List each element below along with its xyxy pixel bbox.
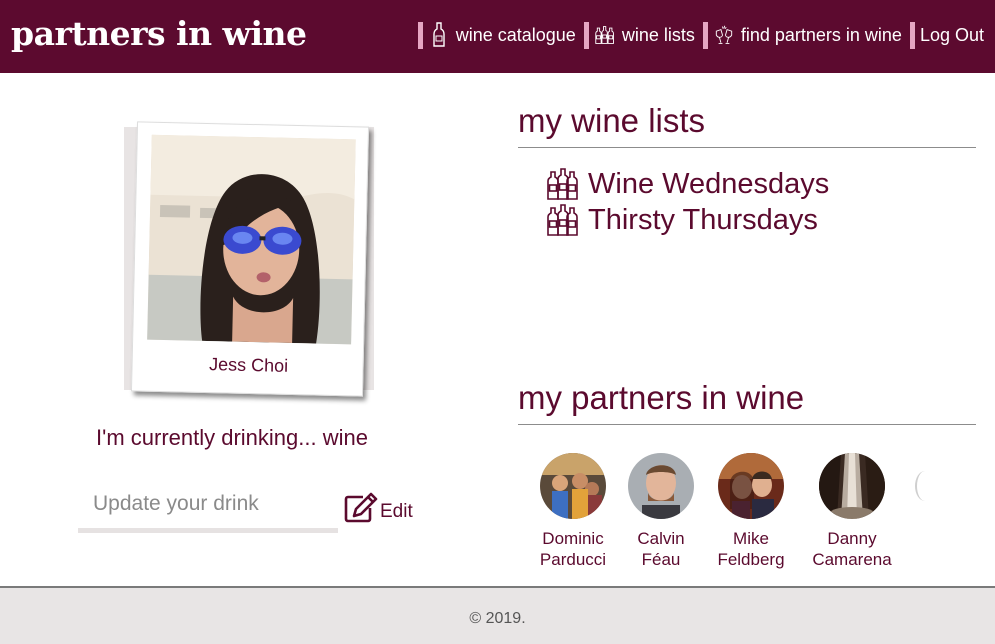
partners-divider xyxy=(518,424,976,425)
wine-bottle-icon xyxy=(429,22,449,48)
nav-label: find partners in wine xyxy=(740,24,902,45)
footer: © 2019. xyxy=(0,586,995,644)
nav-divider xyxy=(702,21,708,49)
nav-divider xyxy=(417,21,423,49)
nav-wine-catalogue[interactable]: wine catalogue xyxy=(417,20,576,50)
top-navigation-bar: partners in wine wine catalogue wine lis… xyxy=(0,0,995,73)
partner-last-name: Feldberg xyxy=(717,550,785,569)
wine-list-label: Thirsty Thursdays xyxy=(588,203,818,236)
partners-heading: my partners in wine xyxy=(518,379,805,416)
nav-wine-lists[interactable]: wine lists xyxy=(583,20,695,50)
edit-drink-button[interactable]: Edit xyxy=(343,492,413,524)
partner-card[interactable]: Dominic Parducci xyxy=(530,453,618,570)
wine-bottles-icon xyxy=(547,167,578,201)
currently-drinking-text: I'm currently drinking... wine xyxy=(96,425,368,450)
main-nav: wine catalogue wine lists find partners … xyxy=(417,20,984,50)
partner-first-name: Danny xyxy=(827,529,877,548)
profile-photo[interactable] xyxy=(147,134,356,345)
update-drink-input[interactable] xyxy=(78,479,338,533)
profile-polaroid-card: Jess Choi xyxy=(130,121,370,397)
partner-first-name: Dominic xyxy=(542,529,604,548)
nav-log-out[interactable]: Log Out xyxy=(909,20,984,50)
nav-label: wine lists xyxy=(621,24,695,45)
avatar xyxy=(540,453,606,519)
brand-logo-text[interactable]: partners in wine xyxy=(11,14,307,53)
nav-divider xyxy=(909,21,915,49)
nav-divider xyxy=(583,21,589,49)
wine-bottles-icon xyxy=(595,22,615,48)
wine-list-item[interactable]: Thirsty Thursdays xyxy=(547,202,829,238)
partner-name: Dominic Parducci xyxy=(530,528,618,570)
avatar xyxy=(628,453,694,519)
partner-name: Danny Camarena xyxy=(807,528,897,570)
partner-card[interactable]: Mike Feldberg xyxy=(706,453,796,570)
partner-last-name: Parducci xyxy=(539,550,607,569)
profile-name: Jess Choi xyxy=(208,354,289,376)
wine-lists-divider xyxy=(518,147,976,148)
edit-icon xyxy=(343,492,379,524)
nav-label: wine catalogue xyxy=(455,24,576,45)
partner-last-name: Camarena xyxy=(812,550,892,569)
copyright-text: © 2019. xyxy=(469,610,526,627)
partner-card[interactable]: Danny Camarena xyxy=(807,453,897,570)
wine-lists: Wine Wednesdays Thirsty Thursdays xyxy=(547,166,829,238)
nav-find-partners[interactable]: find partners in wine xyxy=(702,20,902,50)
wine-list-item[interactable]: Wine Wednesdays xyxy=(547,166,829,202)
partner-card[interactable]: Calvin Féau xyxy=(616,453,706,570)
avatar xyxy=(819,453,885,519)
wine-bottles-icon xyxy=(547,203,578,237)
avatar-partially-visible[interactable] xyxy=(915,471,930,501)
partner-name: Calvin Féau xyxy=(616,528,706,570)
cheers-glasses-icon xyxy=(714,22,734,48)
partner-first-name: Calvin xyxy=(637,529,685,548)
partner-first-name: Mike xyxy=(733,529,769,548)
wine-lists-heading: my wine lists xyxy=(518,102,706,139)
wine-list-label: Wine Wednesdays xyxy=(588,167,830,200)
avatar xyxy=(718,453,784,519)
edit-label: Edit xyxy=(380,501,413,522)
partners-carousel: Dominic Parducci Calvin Féau Mike Feldberg … xyxy=(530,453,930,573)
partner-last-name: Féau xyxy=(641,550,681,569)
nav-label: Log Out xyxy=(919,24,984,45)
partner-name: Mike Feldberg xyxy=(706,528,796,570)
